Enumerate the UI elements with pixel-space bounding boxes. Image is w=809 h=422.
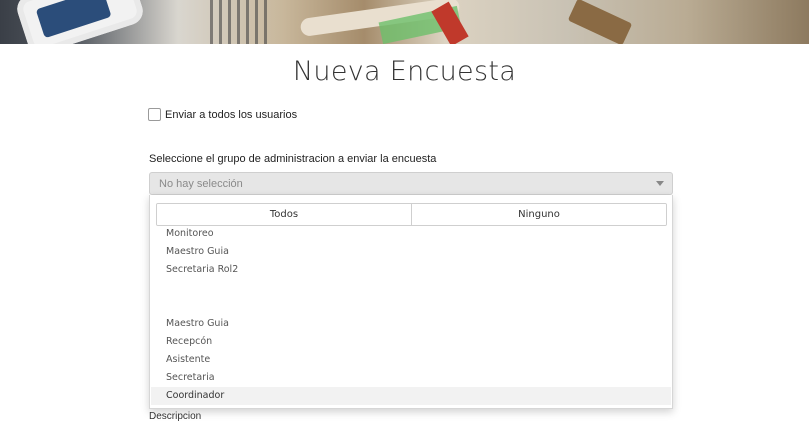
group-select[interactable]: No hay selección [149, 172, 673, 195]
group-select-placeholder: No hay selección [159, 178, 243, 190]
send-all-checkbox[interactable] [148, 108, 161, 121]
page-title: Nueva Encuesta [292, 56, 517, 87]
group-select-label: Seleccione el grupo de administracion a … [149, 153, 437, 165]
banner-wood-image [567, 0, 633, 44]
select-actions: Todos Ninguno [156, 203, 667, 226]
select-all-button[interactable]: Todos [157, 204, 411, 225]
send-all-row[interactable]: Enviar a todos los usuarios [148, 108, 297, 121]
select-none-button[interactable]: Ninguno [411, 204, 666, 225]
dropdown-option[interactable]: Secretaria [166, 372, 215, 383]
banner-pencil-image [431, 1, 469, 44]
dropdown-option[interactable]: Monitoreo [166, 228, 214, 239]
header-banner [0, 0, 809, 44]
dropdown-option-highlighted[interactable]: Coordinador [166, 390, 224, 401]
group-select-dropdown: Todos Ninguno Monitoreo Maestro Guia Sec… [149, 195, 673, 409]
dropdown-option[interactable]: Asistente [166, 354, 210, 365]
dropdown-option[interactable]: Maestro Guia [166, 318, 229, 329]
option-highlight [151, 387, 671, 405]
send-all-label[interactable]: Enviar a todos los usuarios [165, 109, 297, 121]
dropdown-option[interactable]: Maestro Guia [166, 246, 229, 257]
banner-tablet-image [13, 0, 147, 44]
banner-notebook-spiral [210, 0, 270, 44]
description-label: Descripcion [149, 411, 202, 422]
chevron-down-icon[interactable] [656, 181, 664, 186]
dropdown-option[interactable]: Recepcón [166, 336, 212, 347]
dropdown-option[interactable]: Secretaria Rol2 [166, 264, 238, 275]
